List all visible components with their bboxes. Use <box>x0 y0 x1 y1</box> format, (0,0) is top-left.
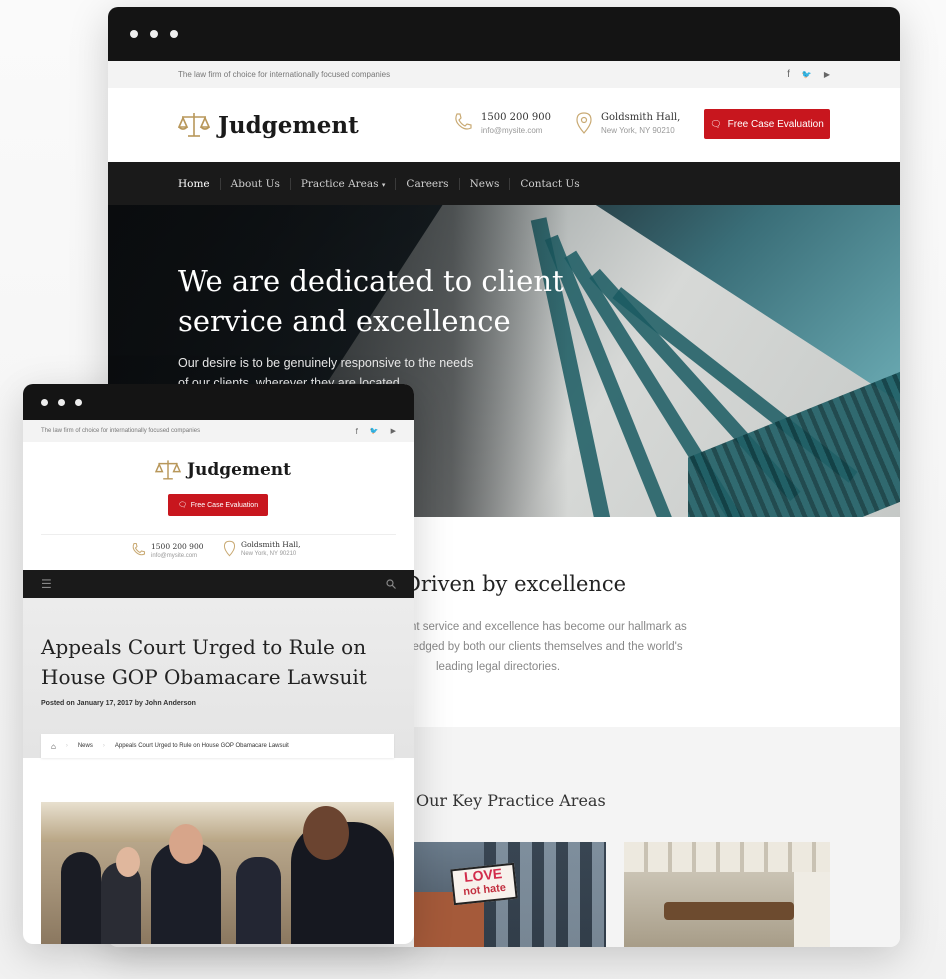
desktop-nav: Home About Us Practice Areas ▾ Careers N… <box>108 162 900 205</box>
twitter-icon[interactable]: 🐦 <box>802 70 812 79</box>
scales-icon <box>155 460 181 480</box>
window-dot <box>130 30 138 38</box>
chat-icon: 🗨 <box>177 502 187 509</box>
nav-item-practice-areas[interactable]: Practice Areas ▾ <box>289 177 396 190</box>
social-links: f 🐦 ▶ <box>356 427 396 436</box>
phone-email[interactable]: info@mysite.com <box>151 553 204 559</box>
desktop-topbar: The law firm of choice for international… <box>108 61 900 88</box>
article-title: Appeals Court Urged to Rule on House GOP… <box>41 632 367 692</box>
practice-card-image[interactable]: LOVE not hate <box>414 842 606 947</box>
window-dot <box>170 30 178 38</box>
mobile-titlebar <box>23 384 414 420</box>
tagline: The law firm of choice for international… <box>178 70 391 79</box>
article-header: Appeals Court Urged to Rule on House GOP… <box>23 598 414 758</box>
section-title: Driven by excellence <box>404 572 627 596</box>
social-links: f 🐦 ▶ <box>787 69 830 80</box>
nav-item-home[interactable]: Home <box>178 178 220 190</box>
scales-icon <box>178 113 210 137</box>
phone-icon <box>455 113 472 130</box>
logo[interactable]: Judgement <box>178 110 359 140</box>
logo[interactable]: Judgement <box>155 458 291 482</box>
breadcrumb: ⌂ › News › Appeals Court Urged to Rule o… <box>41 734 394 758</box>
location-pin-icon <box>576 112 592 134</box>
showcase-stage: The law firm of choice for international… <box>0 0 946 979</box>
address-line2: New York, NY 90210 <box>601 126 675 135</box>
window-dot <box>58 398 65 406</box>
practice-card-image[interactable] <box>624 842 830 947</box>
breadcrumb-separator: › <box>65 743 68 749</box>
hamburger-menu-icon[interactable]: ☰ <box>41 577 52 591</box>
location-pin-icon <box>223 540 236 557</box>
article-meta: Posted on January 17, 2017 by John Ander… <box>41 700 196 707</box>
youtube-icon[interactable]: ▶ <box>391 427 396 435</box>
address-line1: Goldsmith Hall, <box>601 112 681 123</box>
youtube-icon[interactable]: ▶ <box>824 70 830 79</box>
nav-item-careers[interactable]: Careers <box>395 177 458 190</box>
free-case-evaluation-button[interactable]: 🗨 Free Case Evaluation <box>168 494 268 516</box>
article-title-line: House GOP Obamacare Lawsuit <box>41 665 367 689</box>
home-icon[interactable]: ⌂ <box>51 742 56 751</box>
phone-number: 1500 200 900 <box>151 542 204 551</box>
article-title-line: Appeals Court Urged to Rule on <box>41 635 367 659</box>
address-line2: New York, NY 90210 <box>241 551 297 557</box>
desktop-header: Judgement 1500 200 900 info@mysite.com G… <box>108 88 900 162</box>
nav-item-label: Practice Areas <box>300 177 379 190</box>
article-image <box>41 802 394 944</box>
twitter-icon[interactable]: 🐦 <box>370 427 379 435</box>
address-line1: Goldsmith Hall, <box>241 540 301 549</box>
tagline: The law firm of choice for international… <box>41 428 201 434</box>
phone-icon <box>132 542 146 556</box>
breadcrumb-current: Appeals Court Urged to Rule on House GOP… <box>114 743 289 749</box>
nav-item-contact-us[interactable]: Contact Us <box>509 177 589 190</box>
nav-item-about-us[interactable]: About Us <box>219 177 290 190</box>
mobile-topbar: The law firm of choice for international… <box>23 420 414 442</box>
logo-text: Judgement <box>218 111 359 139</box>
breadcrumb-separator: › <box>102 743 105 749</box>
free-case-evaluation-button[interactable]: 🗨 Free Case Evaluation <box>704 109 830 139</box>
section-text-line: leading legal directories. <box>436 661 561 673</box>
logo-text: Judgement <box>187 460 292 480</box>
hero-text-line: Our desire is to be genuinely responsive… <box>178 356 474 370</box>
nav-item-news[interactable]: News <box>458 177 510 190</box>
facebook-icon[interactable]: f <box>787 69 790 80</box>
hero-title-line: We are dedicated to client <box>178 264 564 298</box>
cta-label: Free Case Evaluation <box>727 118 824 130</box>
cta-label: Free Case Evaluation <box>190 501 259 509</box>
hero-title-line: service and excellence <box>178 304 511 338</box>
mobile-window: The law firm of choice for international… <box>23 384 414 944</box>
mobile-header: Judgement 🗨 Free Case Evaluation 1500 20… <box>23 442 414 570</box>
desktop-titlebar <box>108 7 900 61</box>
caret-down-icon: ▾ <box>381 180 386 189</box>
practice-title: Our Key Practice Areas <box>416 791 606 810</box>
section-text-line: nt service and excellence has become our… <box>410 621 687 633</box>
section-text: nt service and excellence has become our… <box>410 617 730 677</box>
section-text-line: ledged by both our clients themselves an… <box>410 641 683 653</box>
search-icon[interactable] <box>386 579 396 589</box>
phone-number: 1500 200 900 <box>481 112 551 123</box>
hero-title: We are dedicated to client service and e… <box>178 261 564 341</box>
phone-email[interactable]: info@mysite.com <box>481 126 551 135</box>
address-block: Goldsmith Hall, New York, NY 90210 <box>223 540 301 557</box>
protest-sign: LOVE not hate <box>450 862 518 906</box>
window-dot <box>75 398 82 406</box>
mobile-nav: ☰ <box>23 570 414 598</box>
phone-block: 1500 200 900 info@mysite.com <box>131 542 204 559</box>
facebook-icon[interactable]: f <box>356 427 358 436</box>
address-block: Goldsmith Hall, New York, NY 90210 <box>575 112 680 135</box>
window-dot <box>41 398 48 406</box>
breadcrumb-news[interactable]: News <box>78 743 93 749</box>
phone-block: 1500 200 900 info@mysite.com <box>453 112 551 135</box>
chat-icon: 🗨 <box>710 118 722 129</box>
window-dot <box>150 30 158 38</box>
